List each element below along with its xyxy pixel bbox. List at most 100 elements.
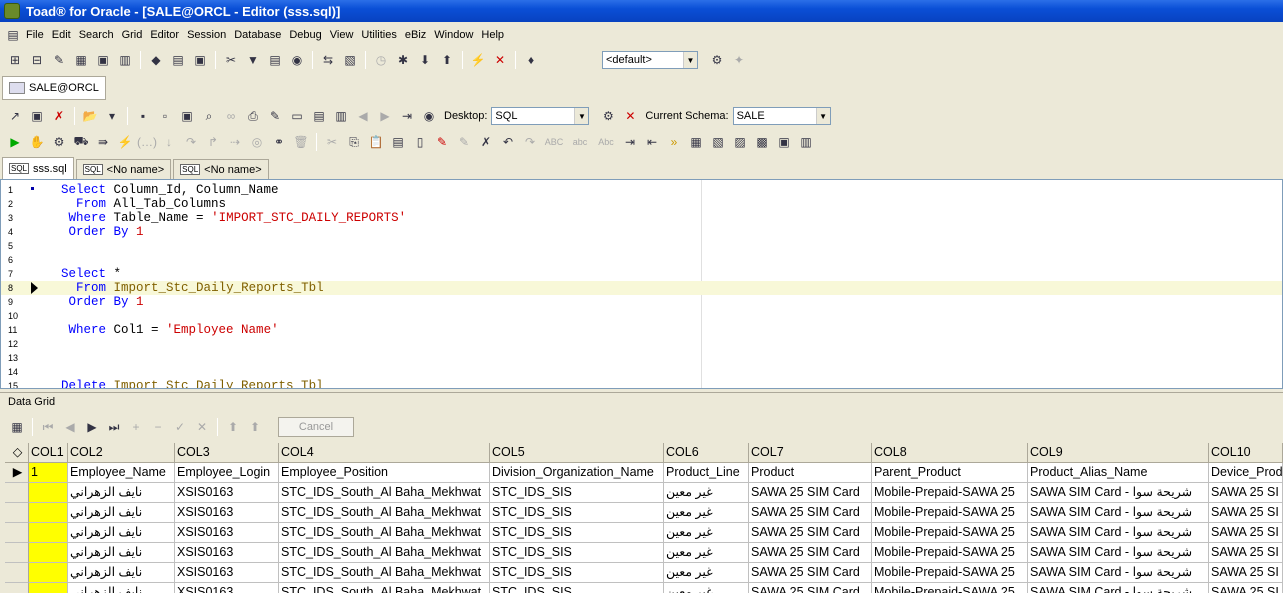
grid-cell[interactable]: 1	[29, 463, 68, 483]
column-header[interactable]: COL6	[664, 443, 749, 463]
grid-cell[interactable]: SAWA 25 SIM Card	[749, 483, 872, 503]
grid-cell[interactable]: XSIS0163	[175, 583, 279, 593]
desktop-config-icon[interactable]: ⚙	[599, 107, 617, 125]
back-icon[interactable]: ◀	[354, 107, 372, 125]
column-header[interactable]: COL9	[1028, 443, 1209, 463]
grid-cell[interactable]: STC_IDS_South_Al Baha_Mekhwat	[279, 483, 490, 503]
grid-cell[interactable]: SAWA 25 SI	[1209, 563, 1283, 583]
tool-1-icon[interactable]: ▦	[687, 133, 705, 151]
grid-cell[interactable]: غير معين	[664, 483, 749, 503]
menu-edit[interactable]: Edit	[48, 29, 75, 41]
export-data-icon[interactable]: ⬆	[246, 418, 264, 436]
redo-icon[interactable]: ↷	[521, 133, 539, 151]
grid-cell[interactable]: Mobile-Prepaid-SAWA 25	[872, 583, 1028, 593]
new-page-icon[interactable]: ▯	[411, 133, 429, 151]
schema-combo[interactable]: SALE ▼	[732, 107, 831, 125]
grid-cell[interactable]: Device_Prod	[1209, 463, 1283, 483]
grid-cell[interactable]: نايف الزهراني	[68, 503, 175, 523]
menu-database[interactable]: Database	[230, 29, 285, 41]
grid-cell[interactable]: STC_IDS_SIS	[490, 563, 664, 583]
row-indicator[interactable]	[5, 583, 29, 593]
tab-no-name-2[interactable]: SQL <No name>	[173, 159, 269, 179]
run-to-cursor-icon[interactable]: ⇢	[226, 133, 244, 151]
compare-icon[interactable]: ⇆	[319, 51, 337, 69]
first-record-icon[interactable]: ⏮	[39, 418, 57, 436]
new-connection-icon[interactable]: ⊞	[6, 51, 24, 69]
step-out-icon[interactable]: ↱	[204, 133, 222, 151]
uncomment-icon[interactable]: ✎	[455, 133, 473, 151]
execute-statement-icon[interactable]: ▶	[6, 133, 24, 151]
grid-cell[interactable]: SAWA SIM Card - شريحة سوا	[1028, 543, 1209, 563]
grid-cell[interactable]: Mobile-Prepaid-SAWA 25	[872, 503, 1028, 523]
table-row[interactable]: نايف الزهراني XSIS0163 STC_IDS_South_Al …	[5, 503, 1283, 523]
grid-cell[interactable]: نايف الزهراني	[68, 543, 175, 563]
grid-cell[interactable]: Parent_Product	[872, 463, 1028, 483]
import-icon[interactable]: ⬇	[416, 51, 434, 69]
grid-cell[interactable]: Mobile-Prepaid-SAWA 25	[872, 563, 1028, 583]
last-record-icon[interactable]: ⏭	[105, 418, 123, 436]
save-icon[interactable]: ▪	[134, 107, 152, 125]
prior-record-icon[interactable]: ◀	[61, 418, 79, 436]
chevron-down-icon[interactable]: ▼	[574, 108, 589, 124]
grid-cell[interactable]: SAWA 25 SIM Card	[749, 543, 872, 563]
row-indicator[interactable]	[5, 543, 29, 563]
describe-icon[interactable]: ◉	[420, 107, 438, 125]
menu-search[interactable]: Search	[75, 29, 118, 41]
link-icon[interactable]: ∞	[222, 107, 240, 125]
grid-cell[interactable]: SAWA 25 SI	[1209, 583, 1283, 593]
menu-ebiz[interactable]: eBiz	[401, 29, 430, 41]
grid-cell[interactable]: XSIS0163	[175, 563, 279, 583]
grid-cell[interactable]: نايف الزهراني	[68, 483, 175, 503]
insert-record-icon[interactable]: +	[127, 418, 145, 436]
grid-cell[interactable]: Product_Alias_Name	[1028, 463, 1209, 483]
copy-icon[interactable]: ⎘	[345, 133, 363, 151]
debug-bug-icon[interactable]: ✱	[394, 51, 412, 69]
help-pin-icon[interactable]: ♦	[522, 51, 540, 69]
grid-cell[interactable]: STC_IDS_South_Al Baha_Mekhwat	[279, 503, 490, 523]
current-row-indicator-icon[interactable]: ▶	[5, 463, 29, 483]
cancel-edit-icon[interactable]: ✕	[193, 418, 211, 436]
window-icon[interactable]: ▭	[288, 107, 306, 125]
grid-cell[interactable]	[29, 543, 68, 563]
menu-editor[interactable]: Editor	[146, 29, 183, 41]
grid-cell[interactable]: STC_IDS_SIS	[490, 523, 664, 543]
chevron-down-icon[interactable]: ▼	[815, 108, 830, 124]
menu-debug[interactable]: Debug	[285, 29, 325, 41]
sql-editor-icon[interactable]: ✎	[50, 51, 68, 69]
clear-comment-icon[interactable]: ✗	[477, 133, 495, 151]
server-output-icon[interactable]: ▣	[191, 51, 209, 69]
database-icon[interactable]: ◉	[288, 51, 306, 69]
column-header[interactable]: COL7	[749, 443, 872, 463]
grid-cell[interactable]	[29, 563, 68, 583]
sql-query-icon[interactable]: ▥	[332, 107, 350, 125]
connection-tab[interactable]: SALE@ORCL	[2, 76, 106, 100]
configure-icon[interactable]: ⚙	[708, 51, 726, 69]
add-watch-icon[interactable]: ⚭	[270, 133, 288, 151]
table-row[interactable]: نايف الزهراني XSIS0163 STC_IDS_South_Al …	[5, 563, 1283, 583]
grid-cell[interactable]: SAWA SIM Card - شريحة سوا	[1028, 503, 1209, 523]
cut-icon[interactable]: ✂	[323, 133, 341, 151]
timer-icon[interactable]: ◷	[372, 51, 390, 69]
data-grid[interactable]: ◇ COL1 COL2 COL3 COL4 COL5 COL6 COL7 COL…	[5, 443, 1283, 593]
sql-modeler-icon[interactable]: ▦	[72, 51, 90, 69]
grid-cell[interactable]: Mobile-Prepaid-SAWA 25	[872, 543, 1028, 563]
open-recent-icon[interactable]: ▾	[103, 107, 121, 125]
scripts-icon[interactable]: ▧	[341, 51, 359, 69]
step-into-icon[interactable]: ↓	[160, 133, 178, 151]
grid-corner-icon[interactable]: ◇	[5, 443, 29, 463]
tab-no-name-1[interactable]: SQL <No name>	[75, 159, 172, 179]
next-record-icon[interactable]: ▶	[83, 418, 101, 436]
goto-icon[interactable]: ⇥	[398, 107, 416, 125]
grid-cell[interactable]: STC_IDS_SIS	[490, 583, 664, 593]
grid-cell[interactable]: XSIS0163	[175, 483, 279, 503]
highlight-icon[interactable]: ✎	[266, 107, 284, 125]
grid-cell[interactable]: غير معين	[664, 523, 749, 543]
desktop-combo[interactable]: SQL ▼	[491, 107, 590, 125]
grid-cell[interactable]: Mobile-Prepaid-SAWA 25	[872, 523, 1028, 543]
table-row[interactable]: نايف الزهراني XSIS0163 STC_IDS_South_Al …	[5, 523, 1283, 543]
grid-cell[interactable]: SAWA 25 SI	[1209, 543, 1283, 563]
sql-recall-icon[interactable]: ▣	[28, 107, 46, 125]
column-header[interactable]: COL2	[68, 443, 175, 463]
indent-icon[interactable]: ⇥	[621, 133, 639, 151]
grid-cell[interactable]: SAWA 25 SI	[1209, 483, 1283, 503]
